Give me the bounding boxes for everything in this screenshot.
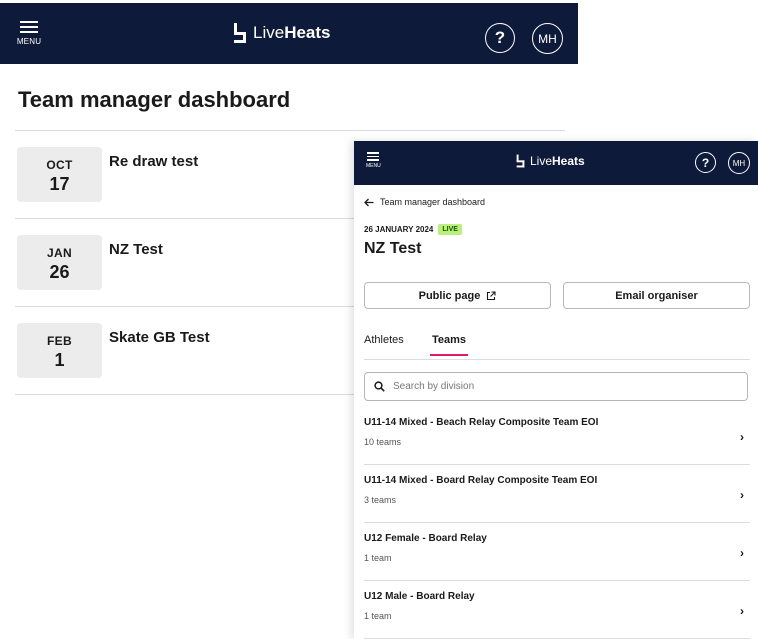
avatar-initials: MH [732, 158, 746, 168]
back-link[interactable]: Team manager dashboard [364, 197, 485, 207]
back-link-label: Team manager dashboard [380, 197, 486, 207]
active-tab-indicator [430, 354, 468, 356]
event-divider [15, 306, 355, 307]
help-button[interactable]: ? [485, 23, 515, 53]
division-name: U12 Female - Board Relay [364, 533, 487, 544]
email-organiser-label: Email organiser [615, 289, 698, 302]
event-month: FEB [47, 334, 72, 348]
event-name: Skate GB Test [109, 329, 210, 346]
event-name: NZ Test [109, 241, 163, 258]
division-row[interactable]: U11-14 Mixed - Board Relay Composite Tea… [364, 467, 750, 525]
chevron-right-icon: › [740, 488, 744, 502]
hamburger-icon [367, 152, 379, 161]
avatar-initials: MH [538, 31, 557, 46]
event-name: Re draw test [109, 153, 199, 170]
event-date-line: 26 JANUARY 2024 LIVE [364, 224, 462, 235]
event-date: 26 JANUARY 2024 [364, 225, 434, 234]
division-row[interactable]: U12 Female - Board Relay 1 team › [364, 525, 750, 583]
division-name: U12 Male - Board Relay [364, 591, 475, 602]
event-day: 17 [49, 174, 70, 194]
row-divider [364, 580, 750, 581]
help-button[interactable]: ? [695, 152, 716, 173]
row-divider [364, 464, 750, 465]
tab-teams[interactable]: Teams [432, 334, 466, 346]
search-icon [374, 381, 385, 392]
title-divider [15, 130, 565, 131]
email-organiser-button[interactable]: Email organiser [563, 282, 750, 309]
event-date-badge: JAN 26 [17, 235, 102, 290]
logo-text-heats: Heats [552, 154, 585, 168]
division-name: U11-14 Mixed - Board Relay Composite Tea… [364, 475, 598, 486]
event-row-re-draw-test[interactable]: OCT 17 Re draw test [17, 147, 357, 235]
menu-button[interactable]: MENU [14, 21, 44, 46]
menu-label: MENU [366, 163, 381, 169]
live-badge: LIVE [438, 224, 462, 235]
chevron-right-icon: › [740, 546, 744, 560]
right-top-bar: MENU LiveHeats ? MH [354, 141, 758, 185]
event-row-nz-test[interactable]: JAN 26 NZ Test [17, 235, 357, 323]
division-team-count: 1 team [364, 611, 392, 621]
event-row-skate-gb-test[interactable]: FEB 1 Skate GB Test [17, 323, 357, 411]
arrow-left-icon [364, 198, 374, 206]
event-divider [15, 218, 355, 219]
menu-button[interactable]: MENU [366, 152, 388, 169]
event-day: 26 [49, 262, 70, 282]
division-team-count: 1 team [364, 553, 392, 563]
liveheats-logo[interactable]: LiveHeats [233, 23, 331, 43]
event-divider [15, 394, 355, 395]
event-title: NZ Test [364, 240, 422, 257]
event-date-badge: OCT 17 [17, 147, 102, 202]
external-link-icon [487, 290, 496, 300]
event-detail-screen: MENU LiveHeats ? MH Team manager dashboa… [354, 141, 758, 639]
division-team-count: 3 teams [364, 495, 397, 505]
logo-text-live: Live [253, 23, 285, 42]
user-avatar[interactable]: MH [728, 152, 750, 174]
chevron-right-icon: › [740, 604, 744, 618]
help-icon: ? [701, 155, 710, 170]
user-avatar[interactable]: MH [532, 23, 563, 54]
division-row[interactable]: U11-14 Mixed - Beach Relay Composite Tea… [364, 409, 750, 467]
help-icon: ? [494, 28, 506, 47]
event-day: 1 [54, 350, 65, 370]
division-search [364, 372, 748, 401]
liveheats-logo[interactable]: LiveHeats [516, 154, 585, 168]
division-team-count: 10 teams [364, 437, 402, 447]
public-page-button[interactable]: Public page [364, 282, 551, 309]
event-month: OCT [46, 158, 73, 172]
event-date-badge: FEB 1 [17, 323, 102, 378]
division-row[interactable]: U12 Male - Board Relay 1 team › [364, 583, 750, 639]
division-name: U11-14 Mixed - Beach Relay Composite Tea… [364, 417, 599, 428]
page-title: Team manager dashboard [18, 87, 291, 112]
event-month: JAN [47, 246, 72, 260]
search-input[interactable] [393, 381, 693, 392]
left-top-bar: MENU LiveHeats ? MH [0, 3, 578, 64]
liveheats-logo-icon [516, 154, 525, 168]
row-divider [364, 522, 750, 523]
tabs-divider [364, 359, 750, 360]
menu-label: MENU [16, 37, 42, 46]
hamburger-icon [20, 21, 38, 33]
tab-athletes[interactable]: Athletes [364, 334, 404, 346]
logo-text-heats: Heats [284, 23, 331, 42]
chevron-right-icon: › [740, 430, 744, 444]
logo-text-live: Live [530, 154, 553, 168]
public-page-label: Public page [418, 289, 481, 302]
liveheats-logo-icon [234, 23, 246, 43]
